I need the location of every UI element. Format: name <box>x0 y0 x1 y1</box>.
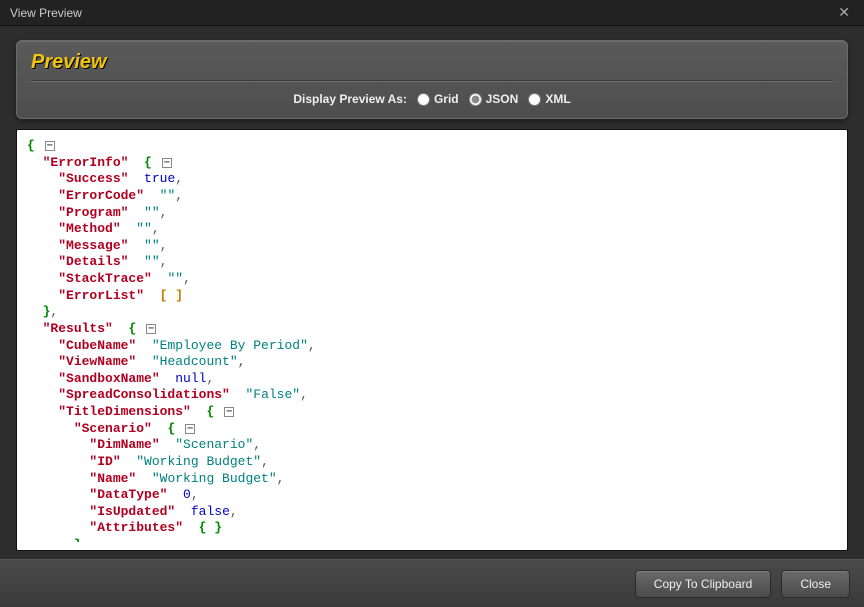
preview-heading: Preview <box>31 51 833 74</box>
collapse-toggle-icon[interactable]: − <box>162 158 172 168</box>
modal-dialog: View Preview ✕ Preview Display Preview A… <box>0 0 864 607</box>
footer: Copy To Clipboard Close <box>0 559 864 607</box>
titlebar: View Preview ✕ <box>0 0 864 26</box>
header-panel: Preview Display Preview As: Grid JSON XM… <box>16 40 848 119</box>
json-viewer[interactable]: { − "ErrorInfo" { − "Success" true, "Err… <box>27 138 837 542</box>
dialog-body: Preview Display Preview As: Grid JSON XM… <box>0 26 864 559</box>
display-as-label: Display Preview As: <box>293 92 407 106</box>
radio-json-label: JSON <box>486 92 519 106</box>
close-icon[interactable]: ✕ <box>834 4 854 21</box>
radio-json[interactable]: JSON <box>469 92 519 106</box>
window-title: View Preview <box>10 6 82 20</box>
close-button[interactable]: Close <box>781 570 850 598</box>
display-as-radiogroup: Display Preview As: Grid JSON XML <box>31 92 833 106</box>
radio-grid[interactable]: Grid <box>417 92 459 106</box>
copy-to-clipboard-button[interactable]: Copy To Clipboard <box>635 570 772 598</box>
collapse-toggle-icon[interactable]: − <box>45 141 55 151</box>
radio-xml-label: XML <box>545 92 570 106</box>
radio-xml[interactable]: XML <box>528 92 570 106</box>
divider <box>31 80 833 82</box>
radio-json-input[interactable] <box>469 93 482 106</box>
radio-xml-input[interactable] <box>528 93 541 106</box>
collapse-toggle-icon[interactable]: − <box>185 424 195 434</box>
collapse-toggle-icon[interactable]: − <box>224 407 234 417</box>
radio-grid-label: Grid <box>434 92 459 106</box>
json-viewer-container: { − "ErrorInfo" { − "Success" true, "Err… <box>16 129 848 551</box>
radio-grid-input[interactable] <box>417 93 430 106</box>
collapse-toggle-icon[interactable]: − <box>146 324 156 334</box>
